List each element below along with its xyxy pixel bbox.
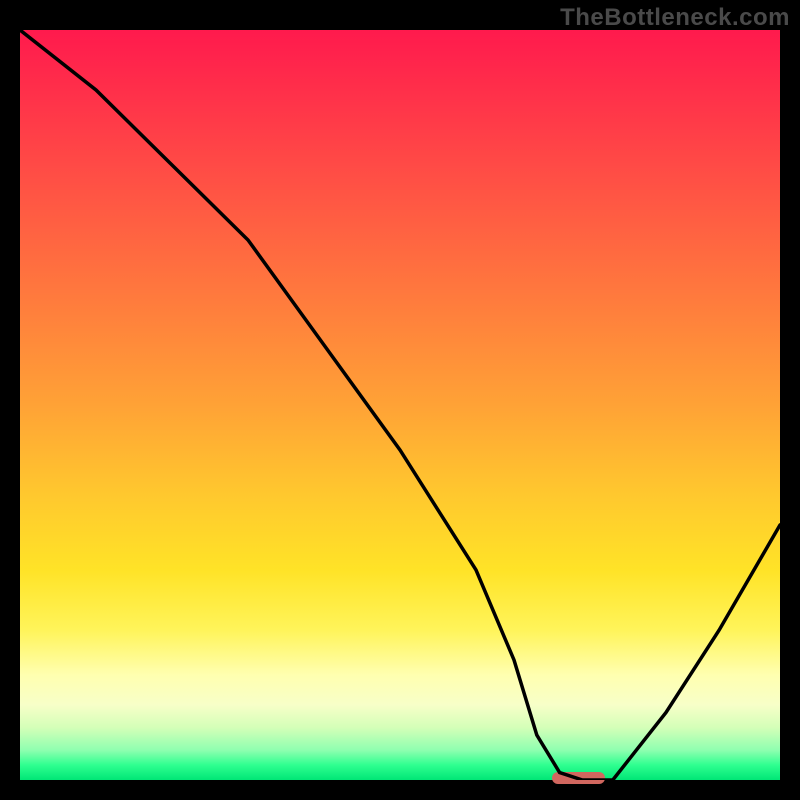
curve-path [20,30,780,780]
plot-area [20,30,780,780]
watermark-text: TheBottleneck.com [560,4,790,32]
chart-frame: TheBottleneck.com [0,0,800,800]
bottleneck-curve [20,30,780,780]
